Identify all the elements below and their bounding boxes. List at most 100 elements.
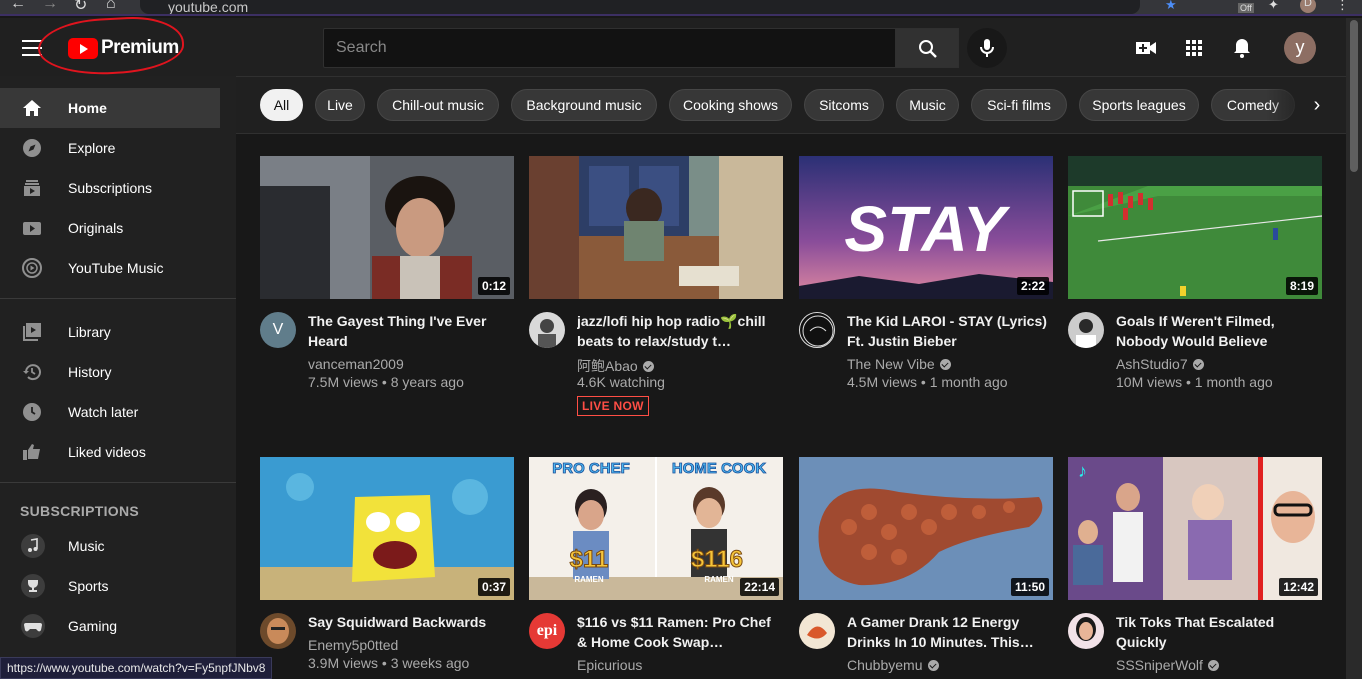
create-video-button[interactable] [1134,36,1158,60]
channel-name[interactable]: SSSniperWolf [1116,657,1219,673]
sidebar-item-originals[interactable]: Originals [0,208,220,248]
forward-icon[interactable]: → [42,0,58,13]
puzzle-icon[interactable]: ✦ [1268,0,1279,13]
library-icon [23,323,41,341]
kebab-menu-icon[interactable]: ⋮ [1336,0,1349,13]
video-card[interactable]: STAY 2:22 The Kid LAROI - STAY (Lyrics) … [799,156,1053,416]
video-thumbnail[interactable]: 11:50 [799,457,1053,600]
chip-chill-out-music[interactable]: Chill-out music [377,89,499,121]
video-title[interactable]: Say Squidward Backwards [308,612,514,632]
video-title[interactable]: $116 vs $11 Ramen: Pro Chef & Home Cook … [577,612,783,652]
thumbs-up-icon [23,444,40,460]
reload-icon[interactable]: ↻ [74,0,87,14]
chip-all[interactable]: All [260,89,303,121]
sidebar-item-youtube-music[interactable]: YouTube Music [0,248,220,288]
video-thumbnail[interactable]: PRO CHEF HOME COOK $11 $116 RAMEN RAMEN … [529,457,783,600]
sidebar-item-gaming-channel[interactable]: Gaming [0,606,220,646]
sidebar-item-sports-channel[interactable]: Sports [0,566,220,606]
youtube-music-icon [22,258,42,278]
search-button[interactable] [895,28,959,68]
bookmark-star-icon[interactable]: ★ [1165,0,1177,13]
video-thumbnail[interactable] [529,156,783,299]
video-thumbnail[interactable]: ♪ 12:42 [1068,457,1322,600]
clock-icon [23,403,41,421]
channel-avatar[interactable] [529,312,565,348]
video-card[interactable]: 11:50 A Gamer Drank 12 Energy Drinks In … [799,457,1053,679]
sidebar-item-home[interactable]: Home [0,88,220,128]
sidebar-item-label: YouTube Music [68,260,164,276]
video-card[interactable]: 0:37 Say Squidward Backwards Enemy5p0tte… [260,457,514,679]
sidebar-item-label: Home [68,100,107,116]
bell-icon [1234,39,1250,58]
sidebar-item-label: Library [68,324,111,340]
scrollbar-thumb[interactable] [1350,20,1358,172]
home-browser-icon[interactable]: ⌂ [106,0,116,13]
video-title[interactable]: Goals If Weren't Filmed, Nobody Would Be… [1116,311,1322,351]
channel-name[interactable]: Epicurious [577,657,642,673]
user-avatar[interactable]: y [1284,32,1316,64]
channel-avatar[interactable] [1068,613,1104,649]
video-duration: 2:22 [1016,277,1049,295]
address-bar[interactable]: youtube.com [140,0,1140,14]
channel-avatar[interactable]: V [260,312,296,348]
extension-badge[interactable]: Off [1238,3,1254,13]
video-card[interactable]: 8:19 Goals If Weren't Filmed, Nobody Wou… [1068,156,1322,416]
search-icon [919,40,937,58]
tiktok-logo-icon: ♪ [1078,461,1087,481]
sidebar-item-label: Watch later [68,404,139,420]
video-title[interactable]: A Gamer Drank 12 Energy Drinks In 10 Min… [847,612,1053,652]
chip-background-music[interactable]: Background music [511,89,657,121]
channel-avatar[interactable]: epi [529,613,565,649]
chip-live[interactable]: Live [315,89,365,121]
video-thumbnail[interactable]: 0:37 [260,457,514,600]
video-title[interactable]: Tik Toks That Escalated Quickly [1116,612,1322,652]
search-input[interactable] [324,29,895,67]
sidebar-item-subscriptions[interactable]: Subscriptions [0,168,220,208]
video-title[interactable]: The Kid LAROI - STAY (Lyrics) Ft. Justin… [847,311,1053,351]
chip-sci-fi-films[interactable]: Sci-fi films [971,89,1067,121]
channel-avatar[interactable] [799,613,835,649]
video-thumbnail[interactable]: 8:19 [1068,156,1322,299]
channel-name[interactable]: The New Vibe [847,356,951,372]
channel-avatar[interactable] [799,312,835,348]
voice-search-button[interactable] [967,28,1007,68]
verified-check-icon [642,361,654,372]
sidebar-item-watch-later[interactable]: Watch later [0,392,220,432]
channel-avatar[interactable] [260,613,296,649]
video-card[interactable]: ♪ 12:42 Tik Toks That Escalated Quickly … [1068,457,1322,679]
video-thumbnail[interactable]: 0:12 [260,156,514,299]
video-meta: 4.5M views • 1 month ago [847,374,1008,390]
sidebar-item-liked-videos[interactable]: Liked videos [0,432,220,472]
page-scrollbar[interactable] [1346,18,1362,679]
sidebar-item-music-channel[interactable]: Music [0,526,220,566]
sidebar-item-history[interactable]: History [0,352,220,392]
notifications-button[interactable] [1230,36,1254,60]
video-card[interactable]: jazz/lofi hip hop radio🌱chill beats to r… [529,156,783,416]
apps-button[interactable] [1182,36,1206,60]
chip-music[interactable]: Music [896,89,959,121]
channel-name[interactable]: AshStudio7 [1116,356,1204,372]
sidebar-item-explore[interactable]: Explore [0,128,220,168]
video-card[interactable]: 0:12 V The Gayest Thing I've Ever Heard … [260,156,514,416]
chip-sitcoms[interactable]: Sitcoms [804,89,884,121]
channel-avatar[interactable] [1068,312,1104,348]
video-thumbnail[interactable]: STAY 2:22 [799,156,1053,299]
youtube-premium-logo[interactable]: Premium [68,37,179,59]
video-title[interactable]: The Gayest Thing I've Ever Heard [308,311,514,351]
channel-name[interactable]: 阿鲍Abao [577,356,654,376]
browser-profile-avatar[interactable]: D [1300,0,1316,13]
channel-name[interactable]: vanceman2009 [308,356,404,372]
channel-name[interactable]: Enemy5p0tted [308,637,398,653]
chip-cooking-shows[interactable]: Cooking shows [669,89,792,121]
video-card[interactable]: PRO CHEF HOME COOK $11 $116 RAMEN RAMEN … [529,457,783,679]
subscriptions-heading: SUBSCRIPTIONS [20,503,140,519]
history-icon [23,364,41,381]
chevron-right-icon[interactable]: › [1302,91,1332,121]
channel-name[interactable]: Chubbyemu [847,657,939,673]
chip-sports-leagues[interactable]: Sports leagues [1079,89,1199,121]
channel-name-text: The New Vibe [847,356,935,372]
video-title[interactable]: jazz/lofi hip hop radio🌱chill beats to r… [577,311,783,351]
sidebar-item-library[interactable]: Library [0,312,220,352]
gamepad-icon [24,623,42,632]
back-icon[interactable]: ← [10,0,26,13]
